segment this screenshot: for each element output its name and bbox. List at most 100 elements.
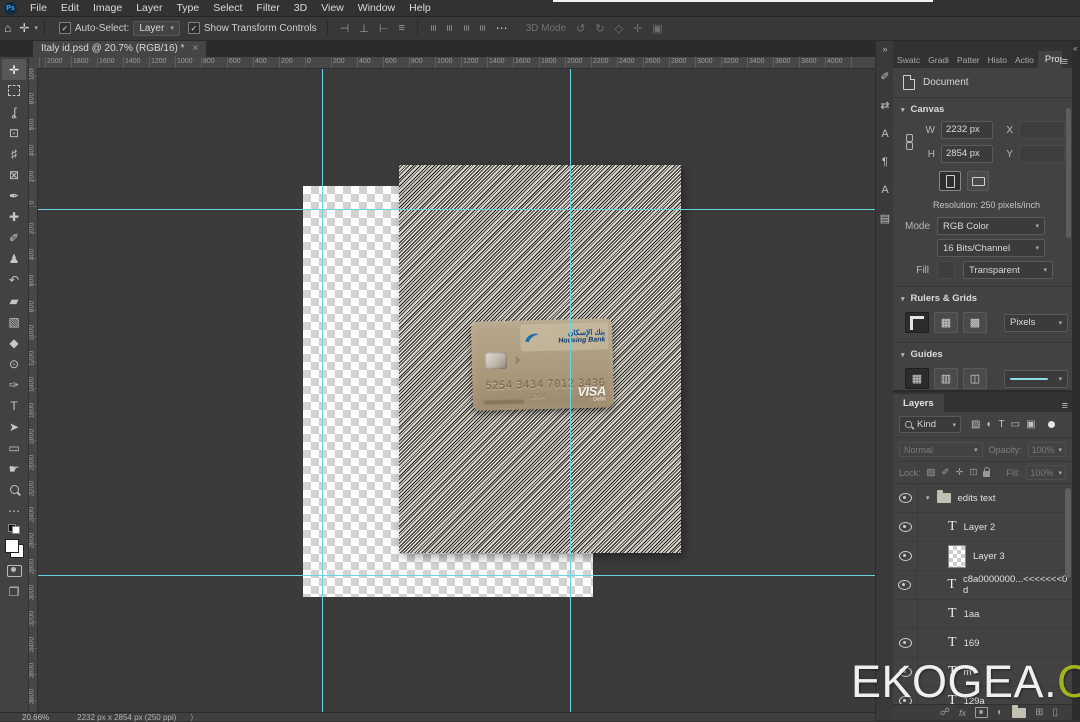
- transform-panel-icon[interactable]: ⇄: [880, 99, 889, 112]
- menu-item-view[interactable]: View: [314, 0, 351, 16]
- guide-vertical-1[interactable]: [322, 68, 323, 712]
- brush-tool[interactable]: ✐: [2, 227, 26, 248]
- dodge-tool[interactable]: ⊙: [2, 353, 26, 374]
- layer-visibility-toggle[interactable]: [893, 513, 918, 541]
- toggle-pixel-grid-button[interactable]: ▩: [963, 312, 987, 333]
- tab-properties[interactable]: Properties: [1037, 51, 1062, 68]
- 3d-rotate-icon[interactable]: ↺: [576, 22, 585, 35]
- ruler-units-dropdown[interactable]: Pixels ▾: [1004, 313, 1068, 332]
- menu-item-layer[interactable]: Layer: [129, 0, 169, 16]
- eraser-tool[interactable]: ▰: [2, 290, 26, 311]
- foreground-color-swatch[interactable]: [4, 539, 19, 553]
- y-field[interactable]: [1019, 145, 1065, 163]
- toggle-grid-button[interactable]: ▦: [934, 312, 958, 333]
- tab-histo[interactable]: Histo: [984, 52, 1011, 68]
- lock-position-icon[interactable]: ✛: [955, 467, 963, 478]
- tab-actio[interactable]: Actio: [1011, 52, 1038, 68]
- menu-item-select[interactable]: Select: [206, 0, 249, 16]
- align-right-icon[interactable]: ⊢: [379, 22, 389, 35]
- libraries-panel-icon[interactable]: ▤: [880, 212, 890, 225]
- edit-toolbar-icon[interactable]: ⋯: [2, 500, 26, 521]
- distribute-even-icon[interactable]: ≡: [476, 25, 488, 31]
- shape-tool[interactable]: ▭: [2, 437, 26, 458]
- align-distribute-icon[interactable]: ≡: [398, 22, 404, 35]
- tab-layers[interactable]: Layers: [893, 394, 944, 412]
- auto-select-checkbox[interactable]: ✓: [58, 22, 71, 34]
- filter-adjustment-layers-icon[interactable]: ◐: [986, 419, 992, 430]
- adjustment-layer-icon[interactable]: ◐: [997, 707, 1003, 718]
- 3d-roll-icon[interactable]: ↻: [595, 22, 604, 35]
- canvas-viewport[interactable]: بنك الإسكان Housing Bank 5254 3434 7012 …: [37, 68, 875, 712]
- width-field[interactable]: 2232 px: [941, 121, 993, 139]
- glyphs-panel-icon[interactable]: A: [881, 184, 888, 196]
- distribute-left-icon[interactable]: ≡: [427, 25, 439, 31]
- align-center-h-icon[interactable]: ⊥: [359, 22, 369, 35]
- photoshop-logo-icon[interactable]: Ps: [4, 1, 17, 15]
- zoom-tool[interactable]: [2, 479, 26, 500]
- distribute-right-icon[interactable]: ≡: [460, 25, 472, 31]
- healing-brush-tool[interactable]: ✚: [2, 206, 26, 227]
- fill-swatch[interactable]: [937, 261, 955, 279]
- menu-item-window[interactable]: Window: [351, 0, 402, 16]
- character-panel-icon[interactable]: A: [881, 128, 888, 140]
- lock-all-icon[interactable]: [983, 467, 991, 477]
- smart-guides-button[interactable]: ▥: [934, 368, 958, 389]
- group-caret-icon[interactable]: ▾: [926, 494, 930, 502]
- home-icon[interactable]: ⌂: [4, 17, 11, 39]
- tab-patter[interactable]: Patter: [953, 52, 984, 68]
- filter-toggle-icon[interactable]: [1047, 421, 1055, 428]
- 3d-scale-icon[interactable]: ▣: [652, 22, 662, 35]
- brush-settings-panel-icon[interactable]: ✐: [880, 70, 889, 83]
- link-dimensions-icon[interactable]: [905, 134, 913, 150]
- horizontal-ruler[interactable]: 2000 1800 1600 1400 1200 1000 800 600 400 200 0 200…: [37, 57, 875, 69]
- layer-effects-icon[interactable]: fx: [959, 708, 966, 718]
- lock-artboard-icon[interactable]: ⊡: [969, 467, 977, 478]
- default-colors-icon[interactable]: [8, 524, 20, 534]
- layer-row[interactable]: Layer 3: [893, 542, 1072, 571]
- tab-swatc[interactable]: Swatc: [893, 52, 924, 68]
- guide-style-dropdown[interactable]: ▾: [1004, 369, 1068, 388]
- layer-visibility-toggle[interactable]: [893, 600, 918, 628]
- distribute-center-icon[interactable]: ≡: [444, 25, 456, 31]
- menu-item-3d[interactable]: 3D: [287, 0, 314, 16]
- lasso-tool[interactable]: ʆ: [2, 101, 26, 122]
- gradient-tool[interactable]: ▧: [2, 311, 26, 332]
- new-group-icon[interactable]: [1012, 704, 1027, 718]
- blend-mode-dropdown[interactable]: Normal ▾: [899, 442, 983, 457]
- properties-scrollbar[interactable]: [1066, 108, 1071, 238]
- tab-gradi[interactable]: Gradi: [924, 52, 953, 68]
- more-options-icon[interactable]: ⋯: [496, 17, 508, 39]
- pen-tool[interactable]: ✑: [2, 374, 26, 395]
- filter-smart-objects-icon[interactable]: ▣: [1026, 419, 1035, 430]
- menu-item-filter[interactable]: Filter: [249, 0, 286, 16]
- guides-section-header[interactable]: ▾ Guides: [893, 343, 1072, 364]
- menu-item-type[interactable]: Type: [169, 0, 206, 16]
- move-tool-preset-icon[interactable]: ✛: [19, 17, 29, 39]
- x-field[interactable]: [1019, 121, 1065, 139]
- clone-stamp-tool[interactable]: ♟: [2, 248, 26, 269]
- toggle-rulers-button[interactable]: [905, 312, 929, 333]
- quick-mask-button[interactable]: [2, 560, 26, 581]
- layer-fill-field[interactable]: 100% ▾: [1026, 465, 1066, 480]
- frame-tool[interactable]: ⊠: [2, 164, 26, 185]
- show-transform-checkbox[interactable]: ✓: [187, 22, 200, 34]
- layer-row[interactable]: ▾ edits text: [893, 484, 1072, 513]
- fill-dropdown[interactable]: Transparent ▾: [963, 261, 1053, 279]
- 3d-drag-icon[interactable]: ◇: [615, 22, 623, 35]
- panel-menu-icon[interactable]: ≡: [1062, 400, 1068, 412]
- filter-shape-layers-icon[interactable]: ▭: [1011, 419, 1020, 430]
- layer-filter-kind-dropdown[interactable]: Kind ▾: [899, 416, 961, 433]
- expand-dock-icon[interactable]: «: [1073, 44, 1077, 53]
- layers-scrollbar[interactable]: [1065, 488, 1071, 578]
- lock-transparency-icon[interactable]: ▨: [927, 467, 936, 478]
- layer-visibility-toggle[interactable]: [893, 542, 918, 570]
- auto-select-dropdown[interactable]: Layer ▾: [133, 20, 180, 36]
- close-tab-icon[interactable]: ×: [193, 43, 199, 54]
- portrait-orientation-button[interactable]: [939, 171, 961, 191]
- landscape-orientation-button[interactable]: [967, 171, 989, 191]
- filter-type-layers-icon[interactable]: T: [999, 419, 1005, 430]
- lock-paint-icon[interactable]: ✐: [942, 467, 950, 478]
- new-layer-icon[interactable]: ⊞: [1035, 707, 1043, 718]
- color-mode-dropdown[interactable]: RGB Color ▾: [937, 217, 1045, 235]
- 3d-slide-icon[interactable]: ✛: [633, 22, 642, 35]
